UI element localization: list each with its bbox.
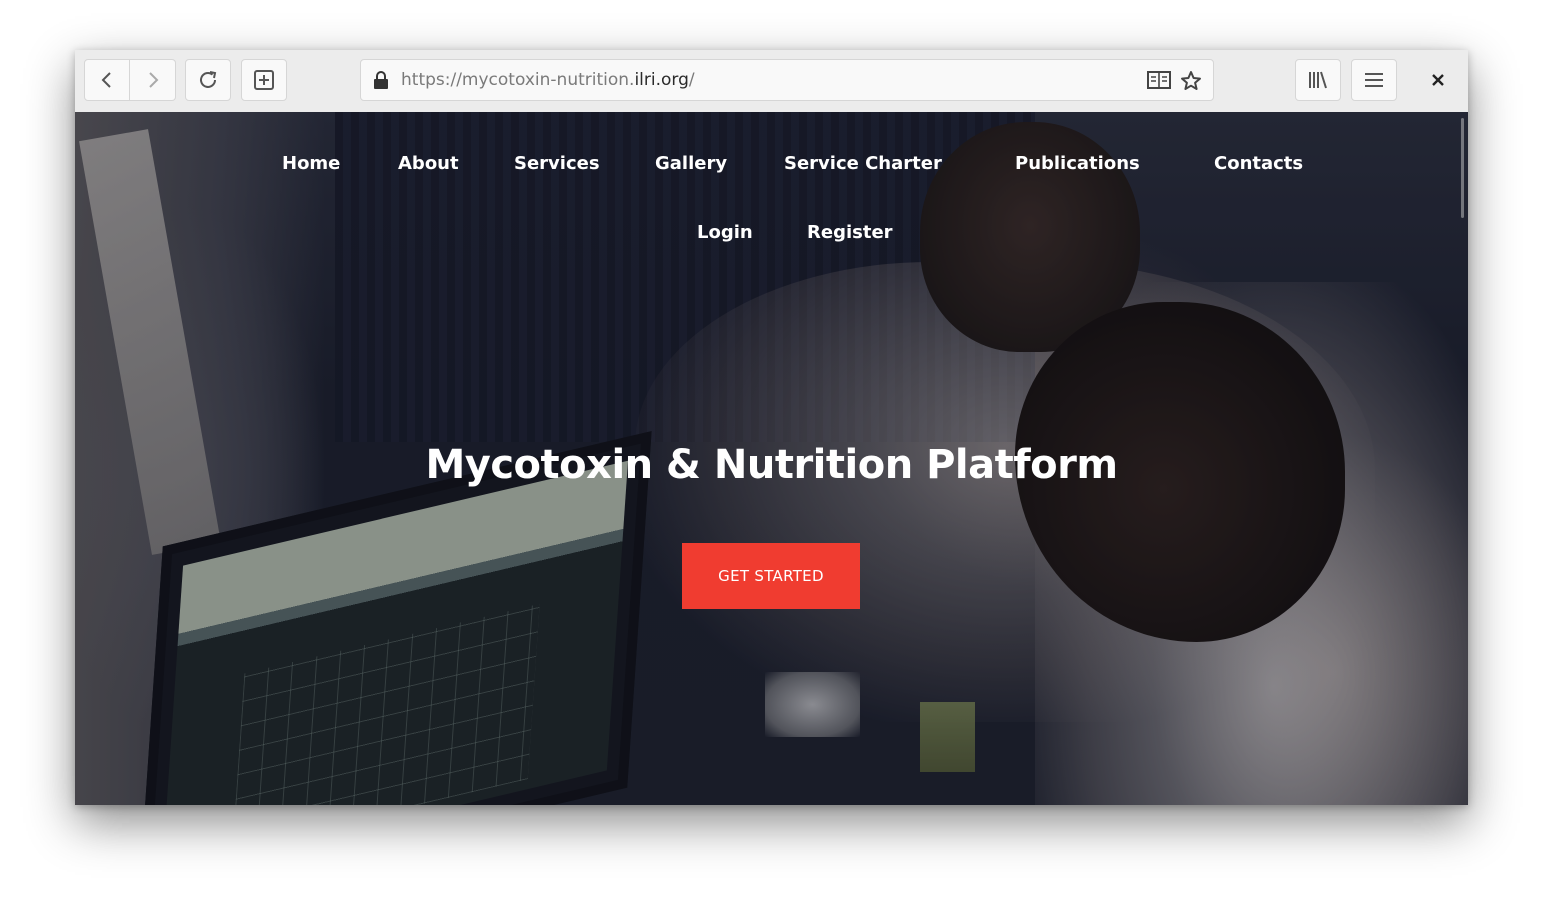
hero-title: Mycotoxin & Nutrition Platform bbox=[425, 442, 1118, 488]
nav-gallery[interactable]: Gallery bbox=[655, 153, 727, 174]
forward-arrow-icon bbox=[148, 72, 158, 88]
url-suffix: / bbox=[688, 70, 695, 90]
lock-icon bbox=[374, 71, 388, 89]
reader-view-icon[interactable] bbox=[1147, 71, 1171, 89]
nav-about[interactable]: About bbox=[398, 153, 459, 174]
browser-toolbar: https://mycotoxin-nutrition.ilri.org/ bbox=[75, 50, 1468, 113]
nav-service-charter[interactable]: Service Charter bbox=[784, 153, 942, 174]
get-started-button[interactable]: GET STARTED bbox=[682, 543, 860, 609]
address-bar[interactable]: https://mycotoxin-nutrition.ilri.org/ bbox=[360, 59, 1214, 101]
nav-publications[interactable]: Publications bbox=[1015, 153, 1140, 174]
new-tab-icon bbox=[254, 70, 274, 90]
reload-icon bbox=[200, 71, 217, 88]
url-text[interactable]: https://mycotoxin-nutrition.ilri.org/ bbox=[401, 60, 695, 100]
menu-button[interactable] bbox=[1351, 59, 1397, 101]
back-button[interactable] bbox=[84, 59, 130, 101]
library-button[interactable] bbox=[1295, 59, 1341, 101]
back-arrow-icon bbox=[101, 72, 111, 88]
reload-button[interactable] bbox=[185, 59, 231, 101]
nav-home[interactable]: Home bbox=[282, 153, 340, 174]
url-prefix: https://mycotoxin-nutrition. bbox=[401, 70, 635, 90]
library-icon bbox=[1309, 71, 1327, 89]
hamburger-menu-icon bbox=[1365, 73, 1383, 87]
nav-contacts[interactable]: Contacts bbox=[1214, 153, 1303, 174]
forward-button[interactable] bbox=[130, 59, 176, 101]
nav-register[interactable]: Register bbox=[807, 222, 893, 243]
close-icon bbox=[1432, 74, 1444, 86]
hero-section: Home About Services Gallery Service Char… bbox=[75, 112, 1468, 805]
nav-login[interactable]: Login bbox=[697, 222, 753, 243]
close-window-button[interactable] bbox=[1420, 59, 1456, 101]
browser-window: https://mycotoxin-nutrition.ilri.org/ Ho… bbox=[75, 50, 1468, 805]
scrollbar-thumb[interactable] bbox=[1461, 118, 1464, 218]
new-tab-button[interactable] bbox=[241, 59, 287, 101]
nav-services[interactable]: Services bbox=[514, 153, 600, 174]
url-domain: ilri.org bbox=[634, 70, 689, 90]
star-icon[interactable] bbox=[1180, 70, 1202, 92]
